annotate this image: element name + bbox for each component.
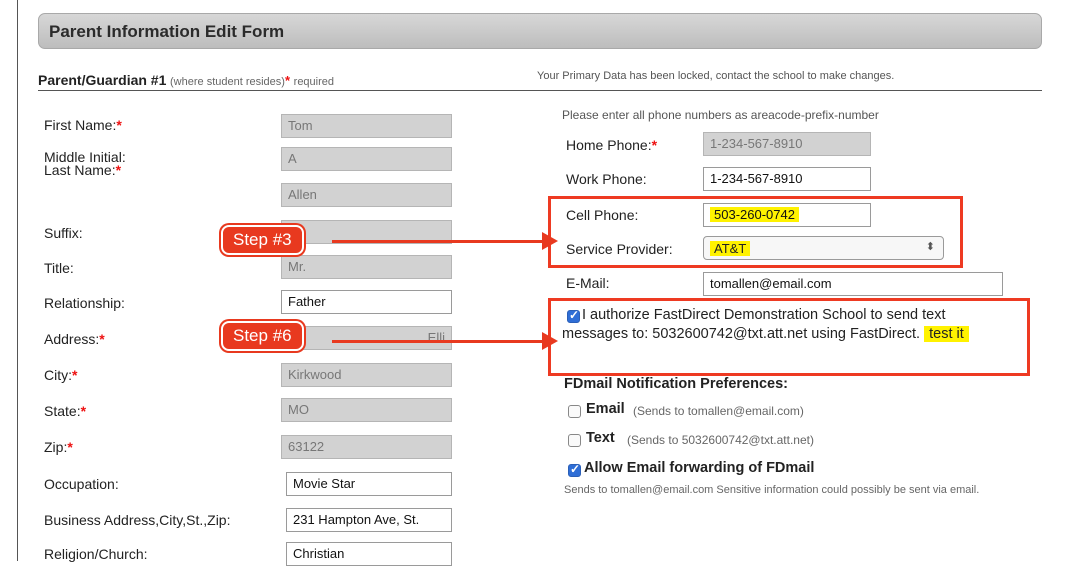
zip-label: Zip:* bbox=[44, 439, 73, 455]
title-label: Title: bbox=[44, 260, 74, 276]
home-phone-label: Home Phone:* bbox=[566, 137, 658, 153]
text-pref-label: Text bbox=[586, 430, 615, 446]
phone-format-note: Please enter all phone numbers as areaco… bbox=[562, 108, 879, 122]
business-address-field[interactable]: 231 Hampton Ave, St. bbox=[286, 508, 452, 532]
middle-initial-field[interactable]: A bbox=[281, 147, 452, 171]
religion-field[interactable]: Christian bbox=[286, 542, 452, 566]
city-label: City:* bbox=[44, 367, 78, 383]
first-name-field[interactable]: Tom bbox=[281, 114, 452, 138]
required-star: * bbox=[284, 73, 291, 88]
cell-phone-label: Cell Phone: bbox=[566, 207, 639, 223]
step6-callout: Step #6 bbox=[221, 321, 304, 351]
required-legend: required bbox=[293, 76, 335, 88]
step3-arrow bbox=[332, 240, 544, 243]
city-field[interactable]: Kirkwood bbox=[281, 363, 452, 387]
forward-pref-checkbox[interactable] bbox=[568, 462, 581, 477]
business-address-label: Business Address,City,St.,Zip: bbox=[44, 512, 231, 528]
home-phone-field[interactable]: 1-234-567-8910 bbox=[703, 132, 871, 156]
form-title-bar: Parent Information Edit Form bbox=[38, 13, 1042, 49]
religion-label: Religion/Church: bbox=[44, 546, 148, 562]
step3-arrowhead-icon bbox=[542, 232, 558, 250]
section-divider bbox=[38, 90, 1042, 91]
address-label: Address:* bbox=[44, 331, 105, 347]
forward-pref-note: Sends to tomallen@email.com Sensitive in… bbox=[564, 484, 980, 496]
state-label: State:* bbox=[44, 403, 87, 419]
authorize-message: I authorize FastDirect Demonstration Sch… bbox=[562, 307, 946, 342]
suffix-label: Suffix: bbox=[44, 225, 83, 241]
email-pref-note: (Sends to tomallen@email.com) bbox=[633, 404, 804, 418]
step3-callout: Step #3 bbox=[221, 225, 304, 255]
text-pref-note: (Sends to 5032600742@txt.att.net) bbox=[627, 433, 814, 447]
zip-field[interactable]: 63122 bbox=[281, 435, 452, 459]
select-arrows-icon: ⬍ bbox=[925, 241, 935, 253]
relationship-field[interactable]: Father bbox=[281, 290, 452, 314]
email-pref-checkbox[interactable] bbox=[568, 405, 581, 418]
title-field[interactable]: Mr. bbox=[281, 255, 452, 279]
section-heading: Parent/Guardian #1 (where student reside… bbox=[38, 72, 334, 88]
email-label: E-Mail: bbox=[566, 275, 610, 291]
work-phone-label: Work Phone: bbox=[566, 171, 647, 187]
form-title: Parent Information Edit Form bbox=[49, 22, 285, 41]
first-name-label: First Name:* bbox=[44, 117, 122, 133]
email-pref-label: Email bbox=[586, 401, 625, 417]
section-title: Parent/Guardian #1 bbox=[38, 72, 167, 88]
service-provider-label: Service Provider: bbox=[566, 241, 673, 257]
last-name-field[interactable]: Allen bbox=[281, 183, 452, 207]
frame-edge bbox=[17, 0, 18, 561]
relationship-label: Relationship: bbox=[44, 295, 125, 311]
last-name-label-text: Last Name:* bbox=[44, 162, 122, 178]
state-field[interactable]: MO bbox=[281, 398, 452, 422]
authorize-text: I authorize FastDirect Demonstration Sch… bbox=[562, 306, 1012, 344]
forward-pref-label: Allow Email forwarding of FDmail bbox=[584, 460, 815, 476]
text-pref-checkbox[interactable] bbox=[568, 434, 581, 447]
email-field[interactable]: tomallen@email.com bbox=[703, 272, 1003, 296]
work-phone-field[interactable]: 1-234-567-8910 bbox=[703, 167, 871, 191]
address-field[interactable]: Elli bbox=[281, 326, 452, 350]
step6-arrow bbox=[332, 340, 544, 343]
occupation-field[interactable]: Movie Star bbox=[286, 472, 452, 496]
service-provider-select[interactable]: AT&T ⬍ bbox=[703, 236, 944, 260]
cell-phone-field[interactable]: 503-260-0742 bbox=[703, 203, 871, 227]
occupation-label: Occupation: bbox=[44, 476, 119, 492]
locked-note: Your Primary Data has been locked, conta… bbox=[537, 70, 895, 82]
fdmail-preferences-heading: FDmail Notification Preferences: bbox=[564, 376, 788, 392]
step6-arrowhead-icon bbox=[542, 332, 558, 350]
test-it-link[interactable]: test it bbox=[924, 326, 969, 342]
section-subtitle: (where student resides) bbox=[170, 76, 285, 88]
service-provider-value: AT&T bbox=[710, 241, 751, 256]
